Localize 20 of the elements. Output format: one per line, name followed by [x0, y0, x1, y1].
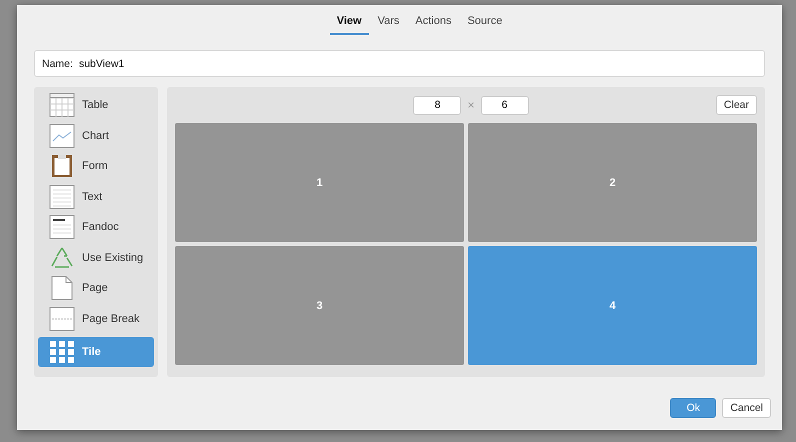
- tab[interactable]: View: [330, 11, 369, 35]
- palette-item[interactable]: Use Existing: [42, 246, 150, 270]
- rows-field[interactable]: 6: [480, 96, 528, 114]
- palette-item[interactable]: Form: [42, 154, 150, 178]
- tab[interactable]: Source: [460, 11, 510, 35]
- cancel-button[interactable]: Cancel: [722, 398, 771, 418]
- columns-field[interactable]: 8: [413, 96, 462, 114]
- name-field[interactable]: Name: subView1: [34, 50, 765, 77]
- palette-item[interactable]: Page: [42, 276, 150, 300]
- palette-item[interactable]: Page Break: [42, 306, 150, 330]
- palette-item[interactable]: Chart: [42, 124, 150, 148]
- palette-item[interactable]: Text: [42, 184, 150, 208]
- field-label: Name:: [42, 58, 73, 70]
- tab[interactable]: Vars: [370, 11, 406, 35]
- tab[interactable]: Actions: [408, 11, 458, 35]
- field-value: subView1: [78, 58, 126, 70]
- clear-button[interactable]: Clear: [716, 95, 757, 115]
- palette-item[interactable]: Fandoc: [42, 215, 150, 239]
- palette-item[interactable]: Table: [42, 93, 150, 117]
- times-sign: ×: [467, 98, 474, 112]
